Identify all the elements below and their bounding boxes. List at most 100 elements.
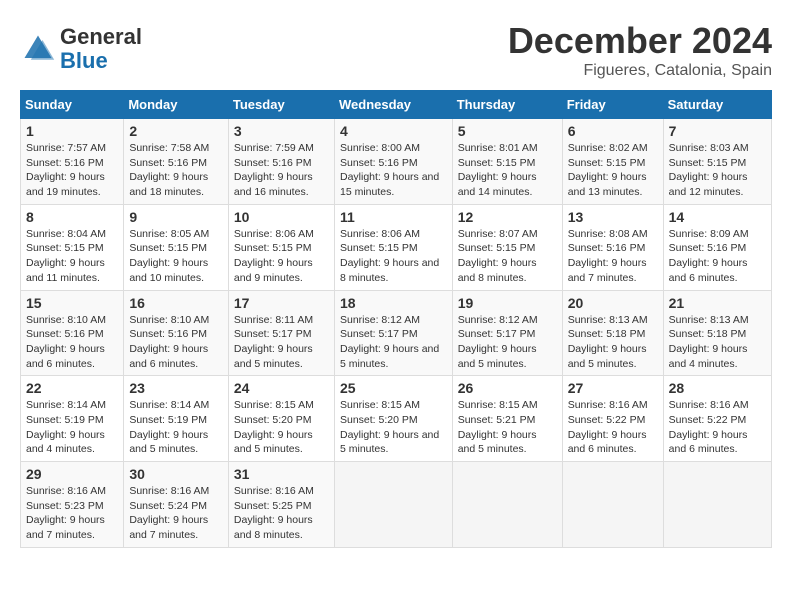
calendar-cell: 22 Sunrise: 8:14 AM Sunset: 5:19 PM Dayl… (21, 376, 124, 462)
calendar-cell: 18 Sunrise: 8:12 AM Sunset: 5:17 PM Dayl… (334, 290, 452, 376)
weekday-header-friday: Friday (562, 91, 663, 119)
day-info: Sunrise: 8:10 AM Sunset: 5:16 PM Dayligh… (26, 313, 118, 372)
day-info: Sunrise: 7:59 AM Sunset: 5:16 PM Dayligh… (234, 141, 329, 200)
day-info: Sunrise: 8:06 AM Sunset: 5:15 PM Dayligh… (234, 227, 329, 286)
day-number: 28 (669, 380, 766, 396)
calendar-title: December 2024 (508, 20, 772, 62)
calendar-cell: 5 Sunrise: 8:01 AM Sunset: 5:15 PM Dayli… (452, 119, 562, 205)
day-info: Sunrise: 8:15 AM Sunset: 5:20 PM Dayligh… (340, 398, 447, 457)
calendar-week-row: 8 Sunrise: 8:04 AM Sunset: 5:15 PM Dayli… (21, 204, 772, 290)
day-info: Sunrise: 8:12 AM Sunset: 5:17 PM Dayligh… (340, 313, 447, 372)
day-info: Sunrise: 8:15 AM Sunset: 5:21 PM Dayligh… (458, 398, 557, 457)
calendar-cell: 4 Sunrise: 8:00 AM Sunset: 5:16 PM Dayli… (334, 119, 452, 205)
logo-general: General (60, 24, 142, 49)
day-info: Sunrise: 8:13 AM Sunset: 5:18 PM Dayligh… (669, 313, 766, 372)
day-info: Sunrise: 8:14 AM Sunset: 5:19 PM Dayligh… (26, 398, 118, 457)
day-number: 26 (458, 380, 557, 396)
day-info: Sunrise: 8:14 AM Sunset: 5:19 PM Dayligh… (129, 398, 223, 457)
weekday-header-thursday: Thursday (452, 91, 562, 119)
day-info: Sunrise: 8:16 AM Sunset: 5:25 PM Dayligh… (234, 484, 329, 543)
day-info: Sunrise: 8:16 AM Sunset: 5:22 PM Dayligh… (568, 398, 658, 457)
day-number: 14 (669, 209, 766, 225)
day-number: 18 (340, 295, 447, 311)
weekday-header-wednesday: Wednesday (334, 91, 452, 119)
calendar-cell: 30 Sunrise: 8:16 AM Sunset: 5:24 PM Dayl… (124, 462, 229, 548)
day-number: 10 (234, 209, 329, 225)
weekday-header-row: SundayMondayTuesdayWednesdayThursdayFrid… (21, 91, 772, 119)
calendar-cell: 20 Sunrise: 8:13 AM Sunset: 5:18 PM Dayl… (562, 290, 663, 376)
calendar-cell: 25 Sunrise: 8:15 AM Sunset: 5:20 PM Dayl… (334, 376, 452, 462)
logo-icon (20, 31, 56, 67)
day-number: 29 (26, 466, 118, 482)
calendar-cell: 2 Sunrise: 7:58 AM Sunset: 5:16 PM Dayli… (124, 119, 229, 205)
day-info: Sunrise: 8:01 AM Sunset: 5:15 PM Dayligh… (458, 141, 557, 200)
day-number: 31 (234, 466, 329, 482)
day-number: 6 (568, 123, 658, 139)
day-number: 25 (340, 380, 447, 396)
day-number: 13 (568, 209, 658, 225)
day-info: Sunrise: 8:06 AM Sunset: 5:15 PM Dayligh… (340, 227, 447, 286)
calendar-cell: 31 Sunrise: 8:16 AM Sunset: 5:25 PM Dayl… (228, 462, 334, 548)
day-info: Sunrise: 8:13 AM Sunset: 5:18 PM Dayligh… (568, 313, 658, 372)
calendar-cell: 29 Sunrise: 8:16 AM Sunset: 5:23 PM Dayl… (21, 462, 124, 548)
day-info: Sunrise: 8:15 AM Sunset: 5:20 PM Dayligh… (234, 398, 329, 457)
day-info: Sunrise: 8:09 AM Sunset: 5:16 PM Dayligh… (669, 227, 766, 286)
day-number: 16 (129, 295, 223, 311)
day-info: Sunrise: 8:02 AM Sunset: 5:15 PM Dayligh… (568, 141, 658, 200)
calendar-cell: 3 Sunrise: 7:59 AM Sunset: 5:16 PM Dayli… (228, 119, 334, 205)
day-number: 19 (458, 295, 557, 311)
day-info: Sunrise: 8:16 AM Sunset: 5:22 PM Dayligh… (669, 398, 766, 457)
day-info: Sunrise: 8:08 AM Sunset: 5:16 PM Dayligh… (568, 227, 658, 286)
calendar-cell: 11 Sunrise: 8:06 AM Sunset: 5:15 PM Dayl… (334, 204, 452, 290)
day-number: 17 (234, 295, 329, 311)
day-info: Sunrise: 8:07 AM Sunset: 5:15 PM Dayligh… (458, 227, 557, 286)
day-number: 21 (669, 295, 766, 311)
logo-blue: Blue (60, 48, 108, 73)
calendar-week-row: 22 Sunrise: 8:14 AM Sunset: 5:19 PM Dayl… (21, 376, 772, 462)
day-number: 4 (340, 123, 447, 139)
day-info: Sunrise: 8:10 AM Sunset: 5:16 PM Dayligh… (129, 313, 223, 372)
weekday-header-monday: Monday (124, 91, 229, 119)
day-number: 11 (340, 209, 447, 225)
calendar-cell: 15 Sunrise: 8:10 AM Sunset: 5:16 PM Dayl… (21, 290, 124, 376)
calendar-cell: 21 Sunrise: 8:13 AM Sunset: 5:18 PM Dayl… (663, 290, 771, 376)
day-number: 1 (26, 123, 118, 139)
day-number: 23 (129, 380, 223, 396)
day-info: Sunrise: 8:00 AM Sunset: 5:16 PM Dayligh… (340, 141, 447, 200)
day-info: Sunrise: 7:58 AM Sunset: 5:16 PM Dayligh… (129, 141, 223, 200)
day-info: Sunrise: 8:12 AM Sunset: 5:17 PM Dayligh… (458, 313, 557, 372)
day-number: 30 (129, 466, 223, 482)
day-number: 20 (568, 295, 658, 311)
day-info: Sunrise: 8:16 AM Sunset: 5:23 PM Dayligh… (26, 484, 118, 543)
calendar-cell: 12 Sunrise: 8:07 AM Sunset: 5:15 PM Dayl… (452, 204, 562, 290)
weekday-header-tuesday: Tuesday (228, 91, 334, 119)
calendar-week-row: 15 Sunrise: 8:10 AM Sunset: 5:16 PM Dayl… (21, 290, 772, 376)
logo: General Blue (20, 25, 142, 73)
calendar-cell: 19 Sunrise: 8:12 AM Sunset: 5:17 PM Dayl… (452, 290, 562, 376)
calendar-week-row: 1 Sunrise: 7:57 AM Sunset: 5:16 PM Dayli… (21, 119, 772, 205)
calendar-cell: 17 Sunrise: 8:11 AM Sunset: 5:17 PM Dayl… (228, 290, 334, 376)
day-number: 2 (129, 123, 223, 139)
calendar-table: SundayMondayTuesdayWednesdayThursdayFrid… (20, 90, 772, 548)
calendar-cell (334, 462, 452, 548)
calendar-cell: 7 Sunrise: 8:03 AM Sunset: 5:15 PM Dayli… (663, 119, 771, 205)
calendar-cell: 16 Sunrise: 8:10 AM Sunset: 5:16 PM Dayl… (124, 290, 229, 376)
day-info: Sunrise: 8:11 AM Sunset: 5:17 PM Dayligh… (234, 313, 329, 372)
day-info: Sunrise: 8:03 AM Sunset: 5:15 PM Dayligh… (669, 141, 766, 200)
weekday-header-saturday: Saturday (663, 91, 771, 119)
calendar-cell: 27 Sunrise: 8:16 AM Sunset: 5:22 PM Dayl… (562, 376, 663, 462)
title-block: December 2024 Figueres, Catalonia, Spain (508, 20, 772, 80)
day-info: Sunrise: 8:04 AM Sunset: 5:15 PM Dayligh… (26, 227, 118, 286)
day-number: 12 (458, 209, 557, 225)
calendar-cell (452, 462, 562, 548)
day-number: 9 (129, 209, 223, 225)
calendar-cell: 23 Sunrise: 8:14 AM Sunset: 5:19 PM Dayl… (124, 376, 229, 462)
calendar-cell: 14 Sunrise: 8:09 AM Sunset: 5:16 PM Dayl… (663, 204, 771, 290)
calendar-cell (562, 462, 663, 548)
day-info: Sunrise: 7:57 AM Sunset: 5:16 PM Dayligh… (26, 141, 118, 200)
day-number: 7 (669, 123, 766, 139)
calendar-cell: 10 Sunrise: 8:06 AM Sunset: 5:15 PM Dayl… (228, 204, 334, 290)
day-info: Sunrise: 8:16 AM Sunset: 5:24 PM Dayligh… (129, 484, 223, 543)
calendar-cell (663, 462, 771, 548)
calendar-subtitle: Figueres, Catalonia, Spain (508, 62, 772, 80)
